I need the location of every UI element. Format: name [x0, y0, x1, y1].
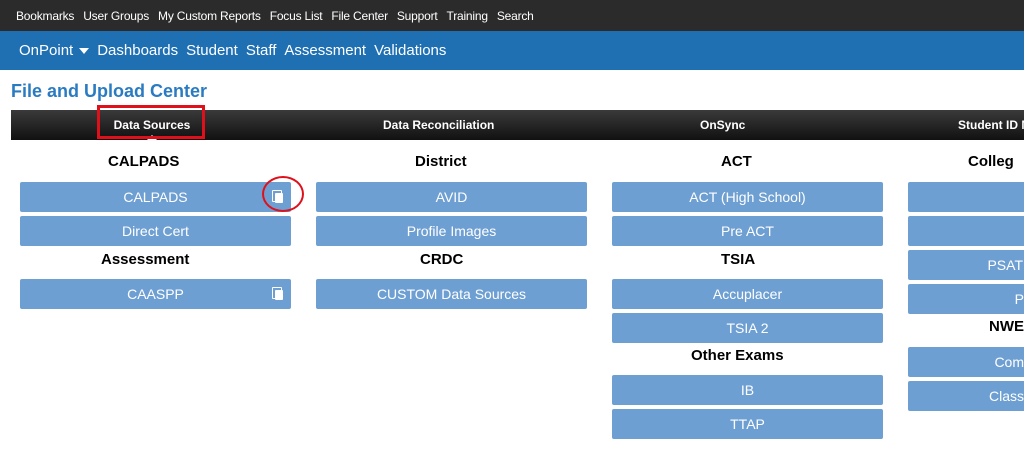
source-button-label: CALPADS	[123, 189, 188, 205]
nav-dashboards[interactable]: Dashboards	[97, 42, 178, 59]
nav-validations[interactable]: Validations	[374, 42, 446, 59]
top-menu-bar: Bookmarks User Groups My Custom Reports …	[0, 0, 1024, 31]
source-button-label: Com	[994, 354, 1024, 370]
chevron-down-icon	[79, 48, 90, 55]
group-heading-assessment: Assessment	[101, 251, 190, 268]
source-button-college-1[interactable]	[908, 182, 1024, 212]
page-title: File and Upload Center	[11, 81, 208, 101]
source-button-accuplacer[interactable]: Accuplacer	[612, 279, 883, 309]
source-button-direct-cert[interactable]: Direct Cert	[20, 216, 291, 246]
top-link-focus-list[interactable]: Focus List	[270, 9, 323, 23]
group-heading-act: ACT	[721, 153, 752, 170]
source-button-profile-images[interactable]: Profile Images	[316, 216, 587, 246]
source-button-label: P	[1014, 291, 1024, 307]
source-button-com[interactable]: Com	[908, 347, 1024, 377]
top-link-support[interactable]: Support	[397, 9, 438, 23]
source-button-ib[interactable]: IB	[612, 375, 883, 405]
group-heading-calpads: CALPADS	[108, 153, 180, 170]
source-button-pre-act[interactable]: Pre ACT	[612, 216, 883, 246]
nav-student[interactable]: Student	[186, 42, 238, 59]
source-button-ttap[interactable]: TTAP	[612, 409, 883, 439]
source-button-tsia-2[interactable]: TSIA 2	[612, 313, 883, 343]
group-heading-tsia: TSIA	[721, 251, 756, 268]
nav-brand-label: OnPoint	[19, 42, 74, 59]
source-button-act-high-school[interactable]: ACT (High School)	[612, 182, 883, 212]
source-button-label: PSAT	[987, 257, 1023, 273]
annotation-highlight-circle	[262, 176, 304, 212]
nav-assessment[interactable]: Assessment	[284, 42, 366, 59]
source-button-p[interactable]: P	[908, 284, 1024, 314]
source-button-caaspp[interactable]: CAASPP	[20, 279, 291, 309]
top-link-bookmarks[interactable]: Bookmarks	[16, 9, 74, 23]
top-link-file-center[interactable]: File Center	[331, 9, 388, 23]
copy-icon[interactable]	[272, 287, 284, 301]
nav-staff[interactable]: Staff	[246, 42, 277, 59]
group-heading-nwea: NWE	[989, 318, 1024, 335]
source-button-psat[interactable]: PSAT	[908, 250, 1024, 280]
group-heading-college: Colleg	[968, 153, 1014, 170]
nav-onpoint-dropdown[interactable]: OnPoint	[19, 42, 90, 59]
group-heading-crdc: CRDC	[420, 251, 464, 268]
top-link-user-groups[interactable]: User Groups	[83, 9, 149, 23]
source-button-label: Class	[988, 388, 1024, 404]
source-button-calpads[interactable]: CALPADS	[20, 182, 291, 212]
source-button-avid[interactable]: AVID	[316, 182, 587, 212]
source-button-label: CAASPP	[127, 286, 184, 302]
source-button-college-2[interactable]	[908, 216, 1024, 246]
tab-data-reconciliation[interactable]: Data Reconciliation	[383, 110, 494, 140]
main-nav-bar: OnPoint Dashboards Student Staff Assessm…	[0, 31, 1024, 70]
source-button-custom-data-sources[interactable]: CUSTOM Data Sources	[316, 279, 587, 309]
annotation-highlight-box	[97, 105, 205, 139]
source-button-class[interactable]: Class	[908, 381, 1024, 411]
tab-student-id[interactable]: Student ID M	[958, 110, 1024, 140]
group-heading-district: District	[415, 153, 467, 170]
top-link-training[interactable]: Training	[447, 9, 489, 23]
group-heading-other-exams: Other Exams	[691, 347, 784, 364]
top-link-my-custom-reports[interactable]: My Custom Reports	[158, 9, 261, 23]
tab-onsync[interactable]: OnSync	[700, 110, 745, 140]
top-link-search[interactable]: Search	[497, 9, 534, 23]
